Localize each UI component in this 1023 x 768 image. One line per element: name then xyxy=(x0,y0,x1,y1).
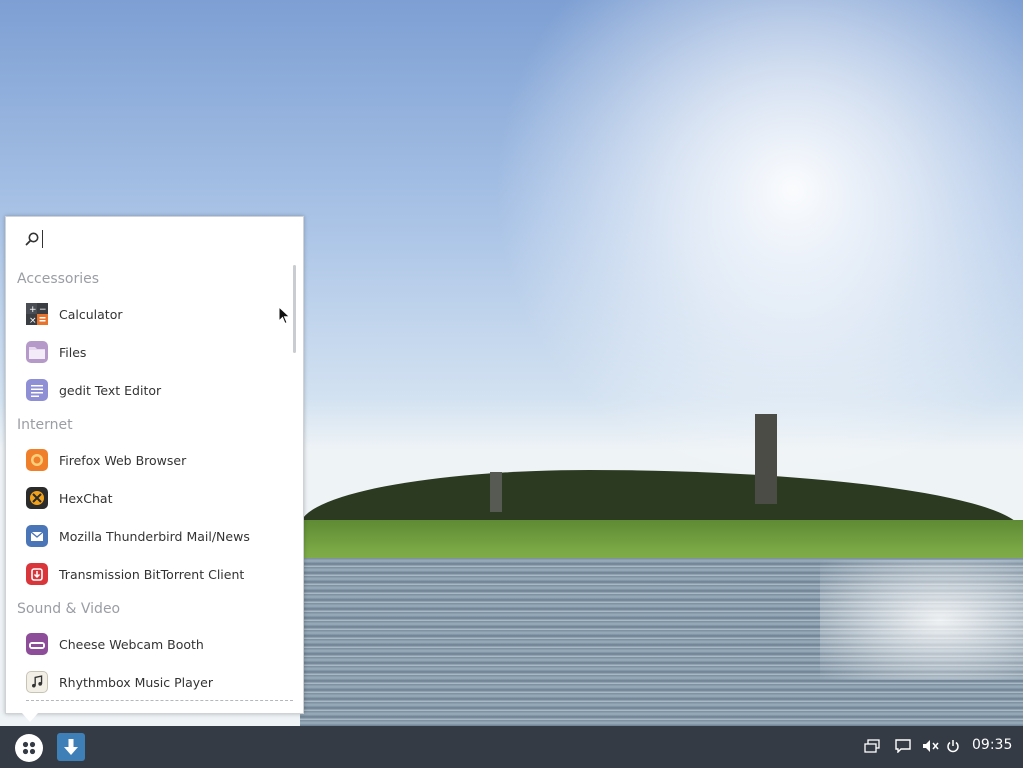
app-label: Cheese Webcam Booth xyxy=(59,636,204,652)
app-item-calculator[interactable]: + − × Calculator xyxy=(6,295,293,333)
wallpaper-small-tower xyxy=(490,472,502,512)
calculator-icon: + − × xyxy=(26,303,48,325)
files-icon xyxy=(26,341,48,363)
app-menu-button[interactable] xyxy=(15,734,43,762)
app-label: HexChat xyxy=(59,490,113,506)
application-menu: Accessories + − × Calculator Files gedit… xyxy=(5,216,304,714)
menu-pointer-arrow xyxy=(22,713,38,722)
menu-scroll-indicator xyxy=(26,700,293,701)
svg-text:+: + xyxy=(29,305,37,315)
app-label: gedit Text Editor xyxy=(59,382,162,398)
menu-scrollbar[interactable] xyxy=(293,265,296,353)
window-switcher-button[interactable] xyxy=(863,735,881,757)
app-item-cheese[interactable]: Cheese Webcam Booth xyxy=(6,625,293,663)
cheese-icon xyxy=(26,633,48,655)
taskbar-download-button[interactable] xyxy=(57,733,85,761)
wallpaper-sun-glow xyxy=(443,0,1023,540)
app-label: Mozilla Thunderbird Mail/News xyxy=(59,528,250,544)
notifications-button[interactable] xyxy=(894,735,912,757)
wallpaper-water-glow xyxy=(820,560,1023,680)
svg-text:−: − xyxy=(39,305,47,315)
window-switcher-icon xyxy=(864,739,880,753)
app-label: Rhythmbox Music Player xyxy=(59,674,214,690)
firefox-icon xyxy=(26,449,48,471)
app-item-rhythmbox[interactable]: Rhythmbox Music Player xyxy=(6,663,293,701)
app-label: Files xyxy=(59,344,87,360)
thunderbird-icon xyxy=(26,525,48,547)
rhythmbox-icon xyxy=(26,671,48,693)
category-internet: Internet xyxy=(17,417,73,433)
app-grid-icon xyxy=(22,741,36,755)
svg-text:×: × xyxy=(29,316,37,325)
app-item-hexchat[interactable]: HexChat xyxy=(6,479,293,517)
app-item-thunderbird[interactable]: Mozilla Thunderbird Mail/News xyxy=(6,517,293,555)
app-item-files[interactable]: Files xyxy=(6,333,293,371)
volume-button[interactable] xyxy=(922,735,940,757)
category-sound-video: Sound & Video xyxy=(17,601,121,617)
app-item-firefox[interactable]: Firefox Web Browser xyxy=(6,441,293,479)
mouse-cursor-icon xyxy=(278,306,291,325)
transmission-icon xyxy=(26,563,48,585)
app-list: Accessories + − × Calculator Files gedit… xyxy=(6,263,293,701)
category-accessories: Accessories xyxy=(17,271,100,287)
volume-muted-icon xyxy=(923,740,939,752)
download-arrow-icon xyxy=(64,739,78,755)
wallpaper-round-tower xyxy=(755,414,777,504)
text-editor-icon xyxy=(26,379,48,401)
power-icon xyxy=(947,740,959,753)
app-label: Firefox Web Browser xyxy=(59,452,187,468)
app-item-transmission[interactable]: Transmission BitTorrent Client xyxy=(6,555,293,593)
notifications-icon xyxy=(895,739,911,753)
menu-search[interactable] xyxy=(24,229,284,249)
hexchat-icon xyxy=(26,487,48,509)
search-input[interactable] xyxy=(42,230,273,248)
app-item-gedit[interactable]: gedit Text Editor xyxy=(6,371,293,409)
power-button[interactable] xyxy=(944,735,962,757)
app-label: Transmission BitTorrent Client xyxy=(59,566,245,582)
search-icon xyxy=(25,232,39,246)
panel-clock[interactable]: 09:35 xyxy=(972,737,1012,753)
app-label: Calculator xyxy=(59,306,123,322)
